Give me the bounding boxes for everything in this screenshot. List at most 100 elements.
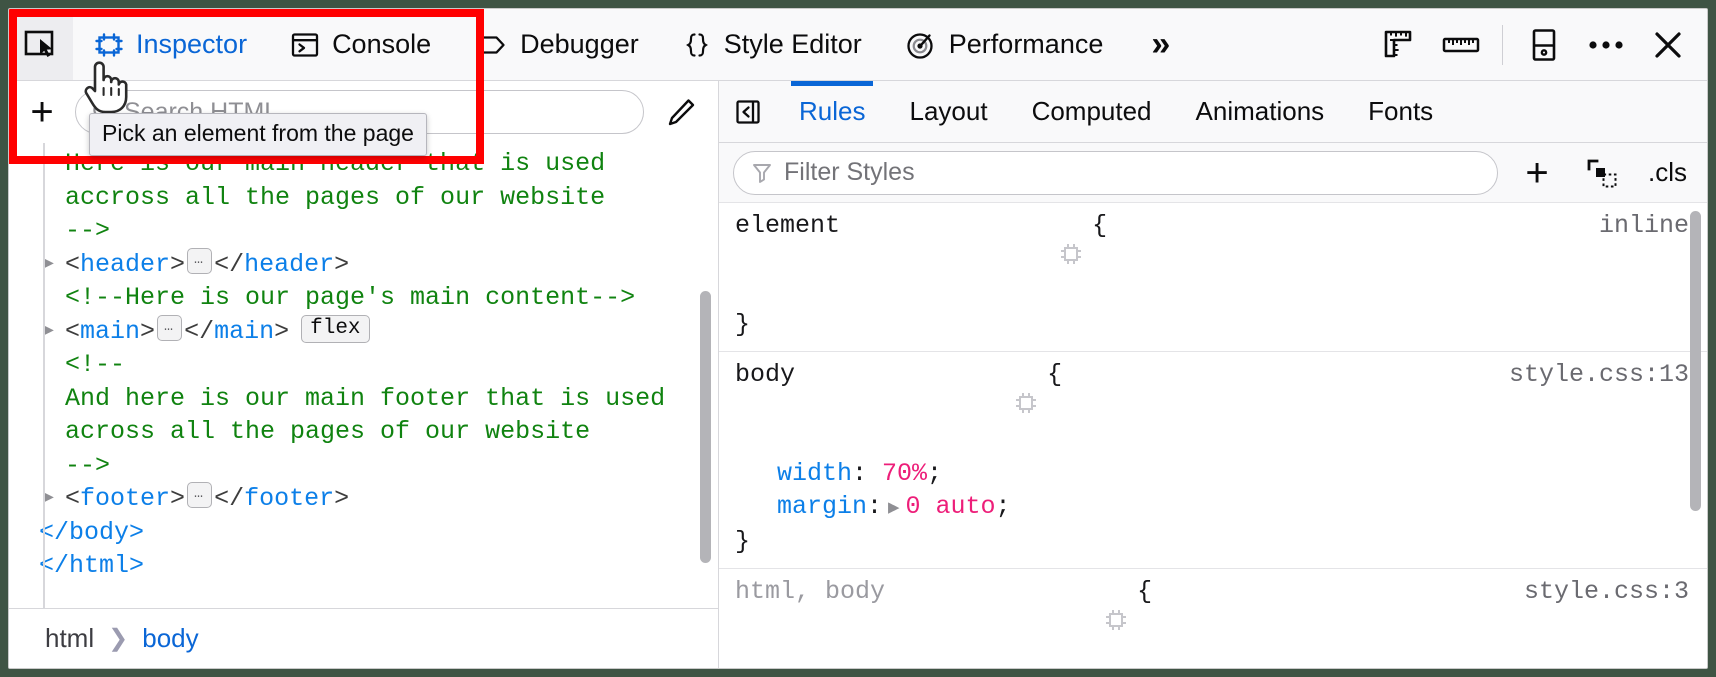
element-state-icon	[1585, 157, 1619, 189]
meatball-menu-button[interactable]	[1575, 9, 1637, 81]
tab-animations[interactable]: Animations	[1174, 81, 1347, 142]
tab-computed[interactable]: Computed	[1010, 81, 1174, 142]
tab-style-editor[interactable]: Style Editor	[661, 9, 884, 80]
tab-overflow-button[interactable]: »	[1125, 9, 1196, 80]
add-node-button[interactable]: +	[23, 92, 61, 132]
toggle-pseudo-class-button[interactable]	[1576, 157, 1628, 189]
inspector-icon	[95, 31, 123, 59]
markup-line[interactable]: ▶ -->	[9, 449, 718, 483]
colon: :	[852, 457, 882, 490]
markup-line-header[interactable]: ▶ <header>…</header>	[9, 248, 718, 282]
markup-line-body-close[interactable]: ▶ </body>	[9, 516, 718, 550]
rule-selector[interactable]: element	[735, 209, 840, 242]
markup-line[interactable]: ▶ <!--Here is our page's main content-->	[9, 281, 718, 315]
closing-tag-bracket: >	[334, 482, 349, 516]
tab-performance-label: Performance	[949, 29, 1104, 60]
selector-highlighter-icon[interactable]	[850, 209, 1082, 308]
tab-layout[interactable]: Layout	[887, 81, 1009, 142]
toggle-classes-button[interactable]: .cls	[1644, 157, 1695, 188]
twisty-spacer: ▶	[13, 516, 39, 550]
tab-inspector-label: Inspector	[136, 29, 247, 60]
comment-text: <!--	[65, 348, 125, 382]
semicolon: ;	[996, 490, 1011, 523]
brace-close: }	[719, 308, 1707, 341]
responsive-design-mode-icon	[1530, 28, 1558, 62]
devtools-tablist: Inspector Console Debugger	[73, 9, 1196, 80]
markup-line[interactable]: ▶ -->	[9, 214, 718, 248]
expand-shorthand-twisty-icon[interactable]: ▶	[882, 492, 905, 525]
ruler-button[interactable]	[1430, 9, 1492, 81]
property-name[interactable]: margin	[777, 490, 867, 523]
tab-style-editor-label: Style Editor	[724, 29, 862, 60]
responsive-design-mode-button[interactable]	[1513, 9, 1575, 81]
plus-icon: +	[1525, 153, 1548, 193]
rule-body[interactable]: body { style.css:13 width: 70%;	[719, 352, 1707, 569]
rules-list[interactable]: element { inline }	[719, 203, 1707, 668]
property-name[interactable]: width	[777, 457, 852, 490]
filter-styles-input[interactable]: Filter Styles	[733, 151, 1498, 195]
toolbar-right-actions	[1368, 9, 1707, 80]
markup-tree[interactable]: ▶ Here is our main header that is used ▶…	[9, 143, 718, 608]
closing-tag-open: </	[214, 482, 244, 516]
twisty-spacer: ▶	[13, 549, 39, 583]
rule-source-link[interactable]: inline	[1599, 209, 1689, 242]
funnel-icon	[752, 162, 772, 184]
measure-corner-button[interactable]	[1368, 9, 1430, 81]
markup-line-footer[interactable]: ▶ <footer>…</footer>	[9, 482, 718, 516]
breadcrumb: html ❯ body	[9, 608, 718, 668]
tab-console[interactable]: Console	[269, 9, 453, 80]
rules-scrollbar-thumb[interactable]	[1690, 211, 1701, 511]
rule-source-link[interactable]: style.css:3	[1524, 575, 1689, 608]
tab-inspector[interactable]: Inspector	[73, 9, 269, 80]
rule-selector-row: html, body { style.css:3	[719, 575, 1707, 668]
breadcrumb-item-html[interactable]: html	[45, 623, 94, 654]
property-value[interactable]: 0 auto	[905, 490, 995, 523]
rules-tabbar: Rules Layout Computed Animations Fonts	[719, 81, 1707, 143]
measure-corner-icon	[1382, 28, 1416, 62]
colon: :	[867, 490, 882, 523]
collapse-sidebar-button[interactable]	[719, 81, 777, 142]
tab-fonts[interactable]: Fonts	[1346, 81, 1455, 142]
expand-children-ellipsis[interactable]: …	[187, 248, 212, 274]
expand-children-ellipsis[interactable]: …	[187, 482, 212, 508]
rule-source-link[interactable]: style.css:13	[1509, 358, 1689, 391]
tab-animations-label: Animations	[1196, 96, 1325, 127]
comment-text: across all the pages of our website	[65, 415, 590, 449]
property-value[interactable]: 70%	[882, 457, 927, 490]
tab-rules[interactable]: Rules	[777, 81, 887, 142]
breadcrumb-separator-icon: ❯	[108, 624, 128, 653]
markup-line[interactable]: ▶ And here is our main footer that is us…	[9, 382, 718, 416]
tag-name: main	[80, 315, 140, 349]
closing-tag-bracket: >	[334, 248, 349, 282]
markup-line[interactable]: ▶ <!--	[9, 348, 718, 382]
brace-open: {	[1137, 575, 1152, 608]
expand-children-ellipsis[interactable]: …	[157, 315, 182, 341]
devtools-window: Inspector Console Debugger	[8, 8, 1708, 669]
declaration-margin[interactable]: margin:▶0 auto;	[719, 490, 1707, 525]
markup-line-html-close[interactable]: ▶ </html>	[9, 549, 718, 583]
element-picker-icon	[24, 30, 58, 60]
comment-text: -->	[65, 214, 110, 248]
element-picker-button[interactable]	[9, 9, 73, 80]
tab-debugger[interactable]: Debugger	[453, 9, 661, 80]
rule-element[interactable]: element { inline }	[719, 203, 1707, 352]
rule-selector[interactable]: html, body	[735, 575, 885, 608]
markup-line[interactable]: ▶ across all the pages of our website	[9, 415, 718, 449]
markup-line[interactable]: ▶ accross all the pages of our website	[9, 181, 718, 215]
rule-selector[interactable]: body	[735, 358, 795, 391]
breadcrumb-item-body[interactable]: body	[142, 623, 198, 654]
flex-display-badge[interactable]: flex	[301, 315, 369, 343]
markup-scrollbar-thumb[interactable]	[700, 291, 711, 563]
add-new-rule-button[interactable]: +	[1514, 153, 1560, 193]
edit-html-button[interactable]	[658, 97, 704, 127]
tag-close-bracket: >	[140, 315, 155, 349]
tab-debugger-label: Debugger	[520, 29, 639, 60]
devtools-toolbar: Inspector Console Debugger	[9, 9, 1707, 81]
selector-highlighter-icon[interactable]	[805, 358, 1037, 457]
declaration-width[interactable]: width: 70%;	[719, 457, 1707, 490]
tab-performance[interactable]: Performance	[884, 9, 1126, 80]
selector-highlighter-icon[interactable]	[895, 575, 1127, 668]
markup-line-main[interactable]: ▶ <main>…</main>flex	[9, 315, 718, 349]
close-devtools-button[interactable]	[1637, 9, 1699, 81]
rule-html-body[interactable]: html, body { style.css:3 margin:▶0;	[719, 569, 1707, 668]
